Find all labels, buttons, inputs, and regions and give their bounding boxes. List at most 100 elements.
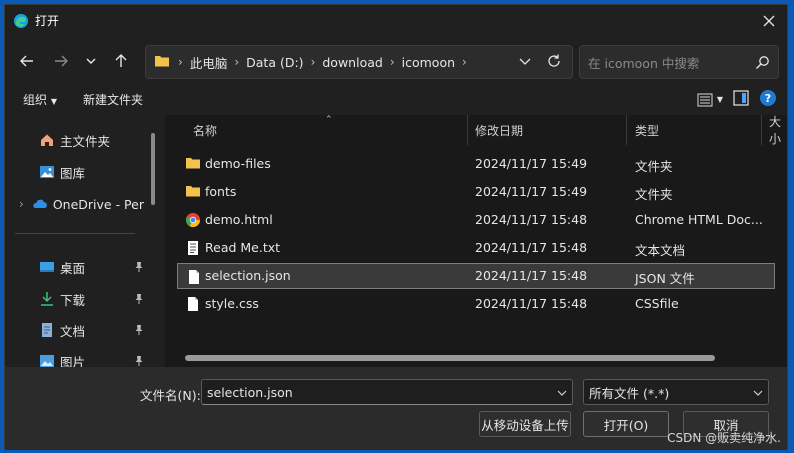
breadcrumb-separator: › xyxy=(178,55,183,69)
title-bar: 打开 xyxy=(5,5,787,36)
window-frame: 打开 › 此电脑 › Data (D:) › download › icomoo… xyxy=(0,0,794,453)
sidebar-item-downloads[interactable]: 下载 xyxy=(5,286,150,312)
file-row[interactable]: style.css 2024/11/17 15:48 CSSfile xyxy=(177,291,775,317)
search-input[interactable]: 在 icomoon 中搜索 xyxy=(579,45,779,79)
arrow-up-icon xyxy=(115,54,127,67)
folder-icon xyxy=(185,156,201,172)
file-row[interactable]: demo-files 2024/11/17 15:49 文件夹 xyxy=(177,151,775,177)
sidebar-item-label: 图库 xyxy=(60,165,86,181)
forward-button[interactable] xyxy=(49,49,73,73)
window-title: 打开 xyxy=(35,14,60,28)
breadcrumb-data-drive[interactable]: Data (D:) xyxy=(246,55,303,70)
breadcrumb-separator: › xyxy=(389,55,395,69)
preview-pane-icon xyxy=(733,90,749,106)
refresh-button[interactable] xyxy=(546,53,562,72)
open-button[interactable]: 打开(O) xyxy=(583,411,669,437)
file-date: 2024/11/17 15:48 xyxy=(475,240,588,255)
column-header-type[interactable]: 类型 xyxy=(635,115,659,145)
file-type: 文件夹 xyxy=(635,159,673,174)
back-button[interactable] xyxy=(15,49,39,73)
sidebar-item-label: 桌面 xyxy=(60,260,86,276)
sidebar-item-home[interactable]: 主文件夹 xyxy=(5,127,150,153)
document-icon xyxy=(39,322,55,338)
sidebar-item-documents[interactable]: 文档 xyxy=(5,317,150,343)
chevron-down-icon[interactable] xyxy=(752,387,764,402)
address-bar[interactable]: › 此电脑 › Data (D:) › download › icomoon › xyxy=(145,45,573,79)
pin-icon[interactable] xyxy=(134,261,144,276)
svg-text:?: ? xyxy=(765,92,771,105)
help-button[interactable]: ? xyxy=(759,89,777,110)
file-name: demo.html xyxy=(205,212,273,227)
column-separator[interactable] xyxy=(761,115,762,145)
file-name: Read Me.txt xyxy=(205,240,281,255)
close-icon xyxy=(763,15,775,27)
edge-app-icon xyxy=(13,13,29,29)
column-separator[interactable] xyxy=(467,115,468,145)
file-row[interactable]: Read Me.txt 2024/11/17 15:48 文本文档 xyxy=(177,235,775,261)
sidebar-item-label: 文档 xyxy=(60,323,86,339)
file-name: demo-files xyxy=(205,156,271,171)
recent-locations-button[interactable] xyxy=(79,49,103,73)
column-header-date[interactable]: 修改日期 xyxy=(475,115,523,145)
file-type: 文本文档 xyxy=(635,243,686,258)
column-name-label: 名称 xyxy=(193,123,218,138)
desktop-icon xyxy=(39,259,55,275)
up-button[interactable] xyxy=(109,49,133,73)
filename-label: 文件名(N): xyxy=(140,388,201,403)
dropdown-arrow-icon: ▼ xyxy=(716,95,723,104)
new-folder-button[interactable]: 新建文件夹 xyxy=(83,91,143,108)
pin-icon[interactable] xyxy=(134,324,144,339)
watermark-text: CSDN @贩卖纯净水. xyxy=(667,431,781,445)
breadcrumb-this-pc[interactable]: 此电脑 xyxy=(190,53,228,72)
close-button[interactable] xyxy=(757,9,781,33)
folder-icon xyxy=(185,184,201,200)
file-type: CSSfile xyxy=(635,296,679,311)
column-header-size[interactable]: 大小 xyxy=(769,115,787,146)
upload-from-mobile-button[interactable]: 从移动设备上传 xyxy=(479,411,571,437)
pin-icon[interactable] xyxy=(134,355,144,367)
sidebar-item-gallery[interactable]: 图库 xyxy=(5,159,150,185)
file-list: 名称 ⌃ 修改日期 类型 大小 demo-files 2024/11/17 15… xyxy=(165,115,787,367)
filename-field[interactable]: selection.json xyxy=(201,379,573,405)
view-options-button[interactable]: ▼ xyxy=(697,93,723,107)
command-bar: 组织 ▼ 新建文件夹 ▼ ? xyxy=(5,83,787,115)
preview-pane-button[interactable] xyxy=(733,90,749,109)
breadcrumb-icomoon[interactable]: icomoon xyxy=(402,55,455,70)
file-row-selected[interactable]: selection.json 2024/11/17 15:48 JSON 文件 xyxy=(177,263,775,289)
file-row[interactable]: demo.html 2024/11/17 15:48 Chrome HTML D… xyxy=(177,207,775,233)
organize-button[interactable]: 组织 ▼ xyxy=(23,91,57,108)
arrow-left-icon xyxy=(20,55,33,67)
file-date: 2024/11/17 15:49 xyxy=(475,156,588,171)
address-history-button[interactable] xyxy=(518,54,532,71)
folder-icon xyxy=(154,54,170,71)
file-date: 2024/11/17 15:48 xyxy=(475,212,588,227)
chevron-down-icon[interactable] xyxy=(556,387,568,402)
column-separator[interactable] xyxy=(626,115,627,145)
breadcrumb-separator: › xyxy=(462,55,467,69)
pin-icon[interactable] xyxy=(134,293,144,308)
sidebar-item-pictures[interactable]: 图片 xyxy=(5,348,150,367)
sidebar-item-onedrive[interactable]: › OneDrive - Per xyxy=(5,191,150,217)
column-date-label: 修改日期 xyxy=(475,123,524,138)
file-icon xyxy=(186,269,202,285)
file-type: 文件夹 xyxy=(635,187,673,202)
column-header-name[interactable]: 名称 xyxy=(193,115,217,145)
file-type-select[interactable]: 所有文件 (*.*) xyxy=(583,379,769,405)
file-name: style.css xyxy=(205,296,259,311)
file-name: fonts xyxy=(205,184,237,199)
refresh-icon xyxy=(548,54,560,67)
file-row[interactable]: fonts 2024/11/17 15:49 文件夹 xyxy=(177,179,775,205)
arrow-right-icon xyxy=(55,55,68,67)
horizontal-scrollbar[interactable] xyxy=(185,355,715,361)
file-name: selection.json xyxy=(205,268,291,283)
sidebar-scrollbar[interactable] xyxy=(151,133,155,205)
file-date: 2024/11/17 15:49 xyxy=(475,184,588,199)
sidebar-item-desktop[interactable]: 桌面 xyxy=(5,254,150,280)
navigation-pane: 主文件夹 图库 › OneDrive - Per 桌面 下载 文档 图片 xyxy=(5,115,159,367)
gallery-icon xyxy=(39,164,55,180)
search-icon[interactable] xyxy=(755,55,770,73)
filename-value: selection.json xyxy=(207,384,293,400)
breadcrumb-separator: › xyxy=(234,55,240,69)
breadcrumb-download[interactable]: download xyxy=(322,55,382,70)
chevron-right-icon[interactable]: › xyxy=(19,197,24,211)
